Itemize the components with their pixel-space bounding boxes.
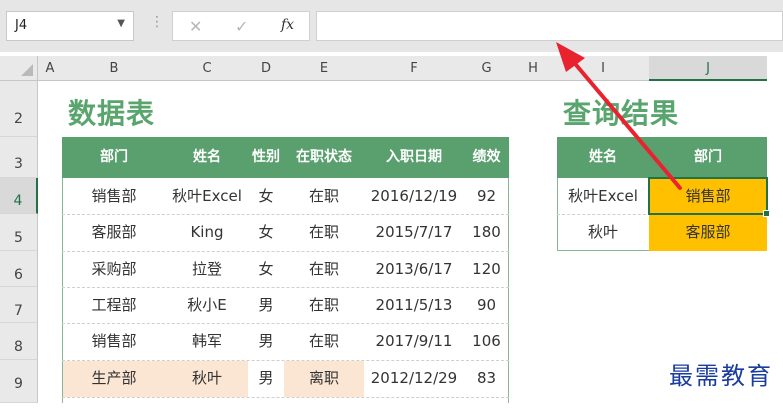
- watermark-text: 最需教育: [669, 362, 773, 390]
- arrow-annotation: [556, 42, 682, 190]
